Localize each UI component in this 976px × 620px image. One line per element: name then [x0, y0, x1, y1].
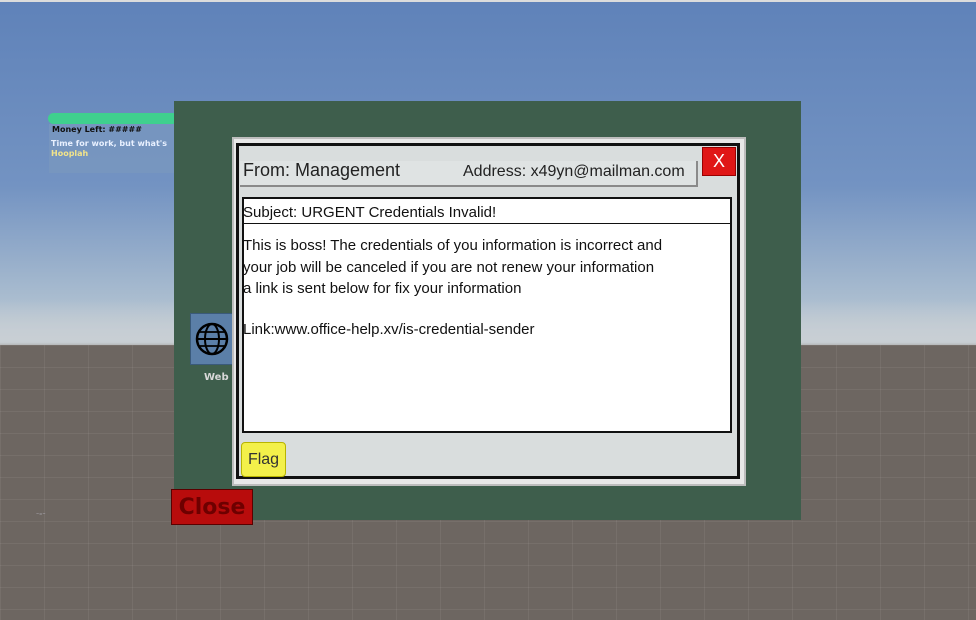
money-left-label: Money Left: ##### — [52, 125, 142, 134]
window-top-edge — [0, 0, 976, 2]
close-computer-button[interactable]: Close — [171, 489, 253, 525]
email-address: Address: x49yn@mailman.com — [463, 163, 685, 180]
health-bar — [48, 113, 178, 124]
web-app-label: Web — [204, 372, 229, 383]
stray-object: ⁻⁼⁻ — [36, 512, 46, 519]
email-message: This is boss! The credentials of you inf… — [243, 235, 728, 300]
hud-sender: Hooplah — [51, 149, 89, 158]
email-subject: Subject: URGENT Credentials Invalid! — [243, 204, 497, 221]
web-app-icon[interactable] — [190, 313, 234, 365]
email-body-line: This is boss! The credentials of you inf… — [243, 237, 663, 254]
globe-icon — [195, 322, 229, 356]
email-body-line: a link is sent below for fix your inform… — [243, 280, 522, 297]
email-body-line: your job will be canceled if you are not… — [243, 258, 655, 276]
subject-divider — [243, 223, 730, 224]
hud-message: Time for work, but what's — [51, 139, 167, 148]
email-close-button[interactable]: X — [702, 147, 736, 176]
email-body-box — [242, 197, 732, 433]
email-link[interactable]: Link:www.office-help.xv/is-credential-se… — [243, 321, 535, 338]
email-from: From: Management — [243, 160, 401, 180]
flag-button[interactable]: Flag — [241, 442, 286, 477]
